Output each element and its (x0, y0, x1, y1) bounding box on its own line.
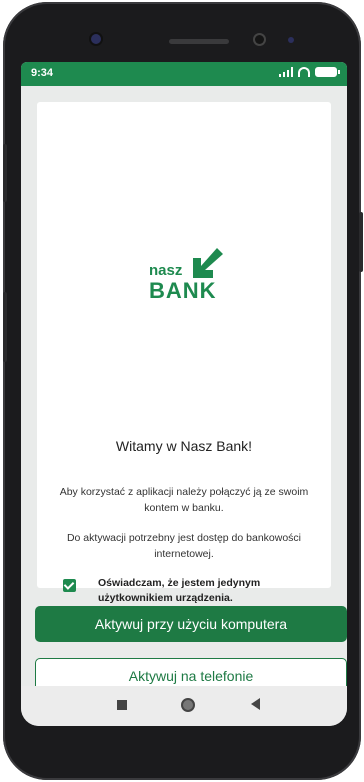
battery-icon (315, 67, 340, 77)
phone-frame: 9:34 nasz BANK Witamy w Nasz Bank! Aby k… (3, 2, 363, 780)
speaker-grille (169, 39, 229, 44)
info-text-connect: Aby korzystać z aplikacji należy połączy… (59, 486, 309, 514)
info-text-access: Do aktywacji potrzebny jest dostęp do ba… (66, 532, 302, 560)
side-button (3, 292, 7, 362)
home-icon[interactable] (181, 698, 195, 712)
logo-text-bank: BANK (149, 278, 217, 303)
sensor-icon (255, 35, 264, 44)
back-icon[interactable] (251, 698, 260, 710)
consent-checkbox[interactable] (63, 579, 76, 592)
status-time: 9:34 (31, 67, 54, 79)
top-bezel (3, 2, 361, 62)
bank-logo: nasz BANK (149, 248, 239, 308)
navigation-bar (21, 686, 347, 726)
front-camera-icon (91, 34, 101, 44)
proximity-sensor-icon (288, 37, 294, 43)
recents-icon[interactable] (117, 700, 127, 710)
status-bar: 9:34 (21, 62, 347, 86)
volume-button (3, 144, 7, 202)
logo-text-nasz: nasz (149, 262, 183, 279)
power-button (359, 212, 363, 272)
signal-icon (279, 67, 293, 77)
logo-arrow-icon (193, 248, 223, 278)
consent-label: Oświadczam, że jestem jedynym użytkownik… (98, 577, 261, 604)
welcome-card: nasz BANK Witamy w Nasz Bank! Aby korzys… (37, 102, 331, 604)
welcome-title: Witamy w Nasz Bank! (115, 438, 253, 454)
consent-row[interactable]: Oświadczam, że jestem jedynym użytkownik… (63, 576, 303, 606)
status-icons (279, 67, 340, 77)
activate-computer-button[interactable]: Aktywuj przy użyciu komputera (35, 606, 347, 642)
wifi-icon (298, 67, 310, 77)
screen: 9:34 nasz BANK Witamy w Nasz Bank! Aby k… (21, 62, 347, 726)
